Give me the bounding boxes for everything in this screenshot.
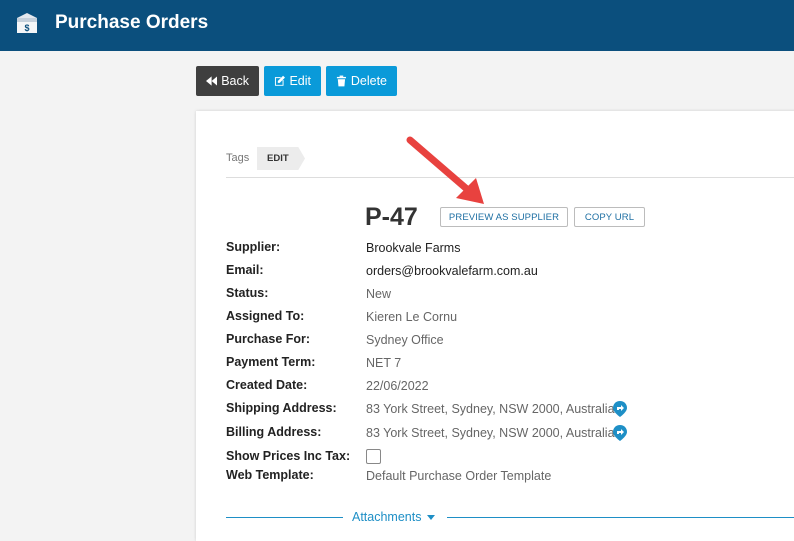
divider <box>447 517 794 518</box>
annotation-arrow-icon <box>406 136 484 204</box>
divider <box>226 517 343 518</box>
page-title: Purchase Orders <box>55 12 209 33</box>
attachments-label: Attachments <box>352 510 422 524</box>
purchase-order-card: Tags EDIT P-47 PREVIEW AS SUPPLIER COPY … <box>196 111 794 541</box>
svg-text:$: $ <box>24 23 29 33</box>
edit-button[interactable]: Edit <box>264 66 321 96</box>
field-label: Assigned To: <box>226 309 305 323</box>
edit-button-label: Edit <box>289 74 311 88</box>
rewind-icon <box>206 76 218 86</box>
show-prices-inc-tax-checkbox[interactable] <box>366 449 381 464</box>
web-template-value: Default Purchase Order Template <box>366 469 552 483</box>
field-created-date: Created Date: 22/06/2022 <box>226 378 786 396</box>
billing-address-value: 83 York Street, Sydney, NSW 2000, Austra… <box>366 426 615 440</box>
delete-button[interactable]: Delete <box>326 66 397 96</box>
field-show-prices-inc-tax: Show Prices Inc Tax: <box>226 449 786 467</box>
tag-edit-button[interactable]: EDIT <box>257 147 305 170</box>
field-label: Billing Address: <box>226 425 322 439</box>
field-payment-term: Payment Term: NET 7 <box>226 355 786 373</box>
field-billing-address: Billing Address: 83 York Street, Sydney,… <box>226 425 786 443</box>
status-value: New <box>366 287 392 301</box>
attachments-toggle[interactable]: Attachments <box>352 510 436 524</box>
divider <box>226 177 794 178</box>
back-button-label: Back <box>221 74 249 88</box>
supplier-value: Brookvale Farms <box>366 241 461 255</box>
dollar-box-icon: $ <box>17 13 37 33</box>
field-supplier: Supplier: Brookvale Farms <box>226 240 786 258</box>
field-purchase-for: Purchase For: Sydney Office <box>226 332 786 350</box>
preview-as-supplier-button[interactable]: PREVIEW AS SUPPLIER <box>440 207 568 227</box>
map-directions-icon[interactable] <box>613 401 627 417</box>
field-status: Status: New <box>226 286 786 304</box>
purchase-for-value: Sydney Office <box>366 333 444 347</box>
field-label: Status: <box>226 286 269 300</box>
app-header: $ Purchase Orders <box>0 0 794 51</box>
back-button[interactable]: Back <box>196 66 259 96</box>
field-email: Email: orders@brookvalefarm.com.au <box>226 263 786 281</box>
field-label: Created Date: <box>226 378 308 392</box>
field-assigned-to: Assigned To: Kieren Le Cornu <box>226 309 786 327</box>
edit-icon <box>274 75 285 86</box>
trash-icon <box>336 75 346 87</box>
tags-label: Tags <box>226 152 250 164</box>
field-label: Supplier: <box>226 240 281 254</box>
map-directions-icon[interactable] <box>613 425 627 441</box>
copy-url-button[interactable]: COPY URL <box>574 207 645 227</box>
assigned-to-value: Kieren Le Cornu <box>366 310 458 324</box>
field-label: Show Prices Inc Tax: <box>226 449 351 463</box>
field-label: Web Template: <box>226 468 314 482</box>
field-label: Payment Term: <box>226 355 316 369</box>
shipping-address-value: 83 York Street, Sydney, NSW 2000, Austra… <box>366 402 615 416</box>
payment-term-value: NET 7 <box>366 356 402 370</box>
field-shipping-address: Shipping Address: 83 York Street, Sydney… <box>226 401 786 419</box>
delete-button-label: Delete <box>350 74 387 88</box>
caret-down-icon <box>427 514 436 520</box>
field-label: Email: <box>226 263 264 277</box>
created-date-value: 22/06/2022 <box>366 379 429 393</box>
field-label: Purchase For: <box>226 332 311 346</box>
field-label: Shipping Address: <box>226 401 337 415</box>
field-web-template: Web Template: Default Purchase Order Tem… <box>226 468 786 486</box>
email-value: orders@brookvalefarm.com.au <box>366 264 538 278</box>
